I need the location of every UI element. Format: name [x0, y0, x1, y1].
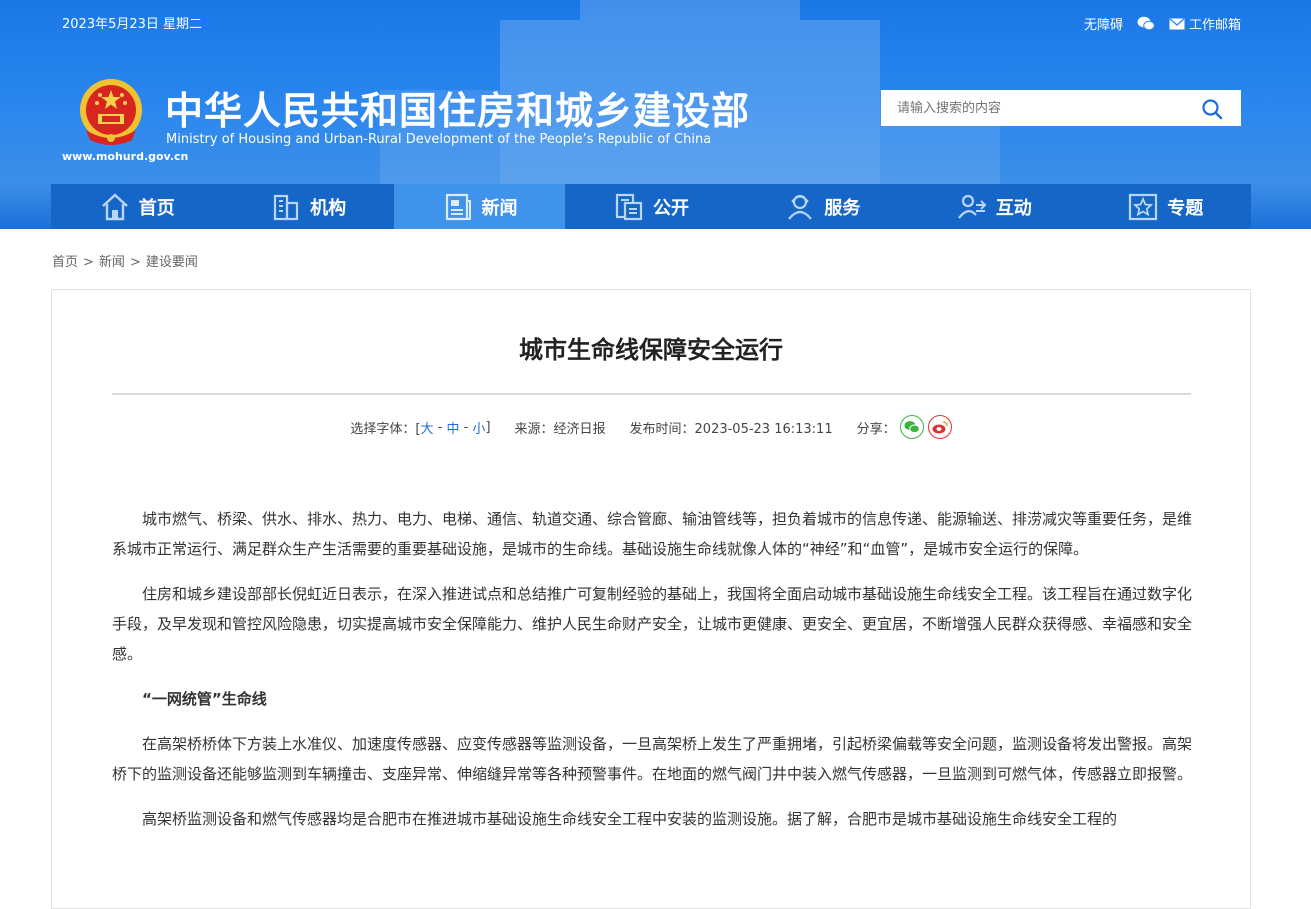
publish-time: 发布时间：2023-05-23 16:13:11 — [629, 421, 833, 437]
breadcrumb-separator: > — [83, 255, 94, 270]
top-links: 无障碍 工作邮箱 — [1084, 14, 1241, 33]
nav-label: 新闻 — [481, 197, 518, 219]
site-subtitle-en: Ministry of Housing and Urban-Rural Deve… — [166, 132, 712, 147]
nav-item-home[interactable]: 首页 — [51, 184, 222, 229]
breadcrumb: 首页 > 新闻 > 建设要闻 — [52, 251, 198, 270]
weibo-share-icon[interactable] — [927, 415, 952, 439]
article-body: 城市燃气、桥梁、供水、排水、热力、电力、电梯、通信、轨道交通、综合管廊、输油管线… — [112, 504, 1192, 849]
nav-label: 机构 — [310, 197, 347, 219]
site-header: 2023年5月23日 星期二 无障碍 工作邮箱 中华人民共和国住房和城乡建设部 … — [0, 0, 1311, 229]
font-small-link[interactable]: 小 — [472, 418, 485, 437]
breadcrumb-news[interactable]: 新闻 — [99, 255, 125, 270]
document-icon — [615, 193, 643, 220]
nav-label: 首页 — [138, 197, 175, 219]
star-icon — [1129, 193, 1158, 220]
nav-label: 专题 — [1167, 197, 1204, 219]
article-paragraph: 城市燃气、桥梁、供水、排水、热力、电力、电梯、通信、轨道交通、综合管廊、输油管线… — [112, 510, 1193, 558]
article-meta: 选择字体：[ 大 - 中 - 小 ] 来源：经济日报 发布时间：2023-05-… — [52, 415, 1250, 439]
site-url: www.mohurd.gov.cn — [62, 150, 189, 163]
breadcrumb-separator: > — [129, 255, 141, 270]
building-icon — [274, 194, 299, 220]
article-paragraph: 住房和城乡建设部部长倪虹近日表示，在深入推进试点和总结推广可复制经验的基础上，我… — [112, 585, 1193, 663]
site-title: 中华人民共和国住房和城乡建设部 — [165, 89, 751, 133]
article-container: 城市生命线保障安全运行 选择字体：[ 大 - 中 - 小 ] 来源：经济日报 发… — [51, 289, 1251, 909]
mail-label: 工作邮箱 — [1188, 18, 1241, 33]
nav-item-interaction[interactable]: 互动 — [908, 184, 1079, 229]
font-size-close: ] — [485, 419, 491, 435]
title-divider — [112, 393, 1191, 395]
news-icon — [445, 193, 471, 220]
main-nav: 首页 机构 新闻 公开 服务 互动 专题 — [51, 184, 1251, 229]
nav-item-special-topics[interactable]: 专题 — [1080, 184, 1251, 229]
font-separator: - — [459, 419, 473, 435]
search-box — [881, 90, 1241, 126]
breadcrumb-home[interactable]: 首页 — [52, 255, 78, 270]
accessibility-link[interactable]: 无障碍 — [1084, 14, 1123, 33]
wechat-icon[interactable] — [1137, 16, 1155, 31]
share-label: 分享： — [856, 421, 896, 437]
nav-item-service[interactable]: 服务 — [737, 184, 908, 229]
nav-label: 服务 — [824, 197, 861, 219]
service-icon — [788, 194, 813, 220]
article-source: 来源：经济日报 — [514, 421, 606, 437]
search-input[interactable] — [881, 90, 1181, 126]
nav-label: 公开 — [652, 197, 689, 219]
nav-item-organization[interactable]: 机构 — [222, 184, 393, 229]
font-large-link[interactable]: 大 — [420, 418, 433, 437]
font-size-label: 选择字体：[ — [350, 421, 421, 437]
nav-label: 互动 — [995, 197, 1032, 219]
font-medium-link[interactable]: 中 — [446, 418, 459, 437]
interaction-icon — [957, 194, 987, 219]
article-subheading: “一网统管”生命线 — [142, 690, 267, 708]
breadcrumb-construction-news[interactable]: 建设要闻 — [146, 255, 198, 270]
wechat-share-icon[interactable] — [899, 415, 924, 439]
current-date: 2023年5月23日 星期二 — [62, 17, 203, 32]
home-icon — [101, 192, 128, 220]
nav-item-news[interactable]: 新闻 — [393, 184, 566, 229]
search-icon[interactable] — [1201, 98, 1223, 120]
font-separator: - — [433, 419, 447, 435]
mail-link[interactable]: 工作邮箱 — [1169, 14, 1241, 33]
article-paragraph: 在高架桥桥体下方装上水准仪、加速度传感器、应变传感器等监测设备，一旦高架桥上发生… — [112, 735, 1193, 783]
nav-item-public[interactable]: 公开 — [565, 184, 736, 229]
mail-icon — [1169, 18, 1185, 29]
national-emblem-logo — [78, 78, 144, 148]
article-title: 城市生命线保障安全运行 — [519, 336, 783, 364]
article-paragraph: 高架桥监测设备和燃气传感器均是合肥市在推进城市基础设施生命线安全工程中安装的监测… — [142, 810, 1118, 828]
